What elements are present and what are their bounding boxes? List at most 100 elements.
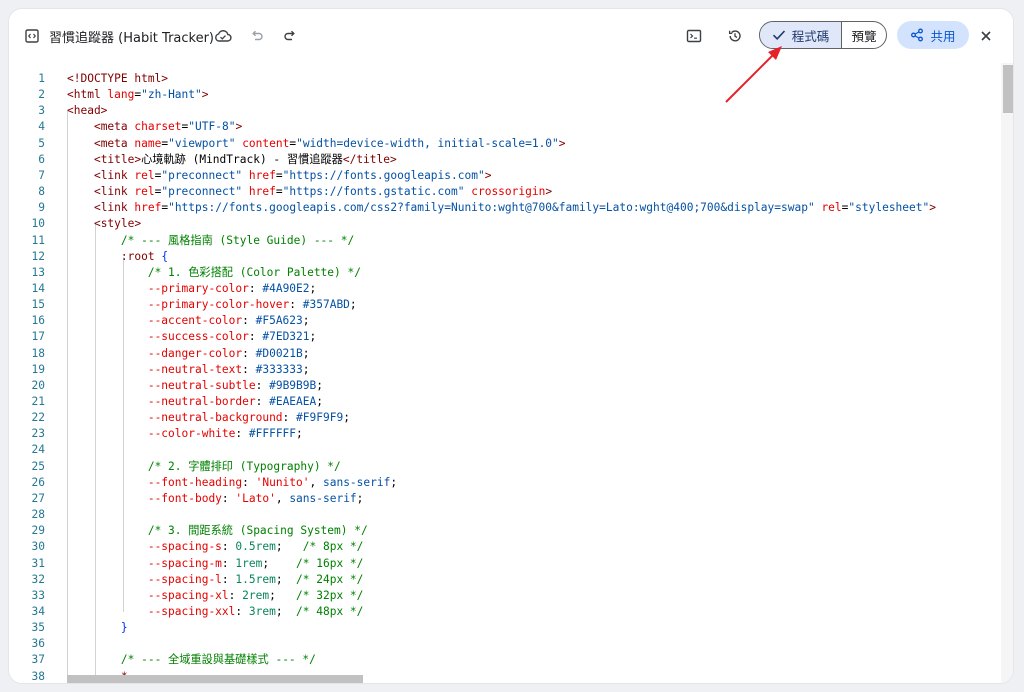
code-line: <html lang="zh-Hant">	[67, 87, 209, 103]
line-number: 27	[31, 491, 45, 505]
code-token: "viewport"	[168, 136, 236, 150]
redo-icon[interactable]	[277, 23, 303, 49]
code-token: :	[242, 314, 256, 328]
code-line: <!DOCTYPE html>	[67, 71, 168, 87]
preview-button[interactable]: 預覽	[842, 22, 886, 48]
code-token: /* --- 風格指南 (Style Guide) --- */	[120, 233, 355, 247]
cloud-sync-icon[interactable]	[210, 23, 236, 49]
terminal-icon[interactable]	[681, 23, 707, 49]
code-token: "https://fonts.googleapis.com"	[282, 168, 485, 182]
line-number: 4	[38, 120, 45, 134]
code-view-button[interactable]: 程式碼	[760, 22, 842, 48]
code-token: "UTF-8"	[188, 120, 236, 134]
code-token: :	[242, 475, 256, 489]
line-number: 30	[31, 540, 45, 554]
line-number: 38	[31, 669, 45, 683]
line-number: 19	[31, 362, 45, 376]
code-token: :	[221, 491, 236, 505]
code-token: >	[545, 185, 553, 199]
code-token: ,	[309, 475, 323, 489]
code-line: --primary-color: #4A90E2;	[67, 281, 316, 297]
code-token: ;	[309, 281, 317, 295]
code-token: #FFFFFF	[248, 427, 297, 441]
code-line: --spacing-m: 1rem; /* 16px */	[67, 556, 364, 572]
code-editor[interactable]: 1 2 3 4 5 6 7 8 9 10 11 12 13 14 15 16 17 18 19 20 21 22 23 24 2…	[9, 63, 1013, 683]
line-number: 2	[38, 88, 45, 102]
share-button[interactable]: 共用	[897, 21, 969, 49]
code-token: href	[248, 185, 276, 199]
code-token: lang	[107, 88, 135, 102]
close-icon[interactable]	[973, 23, 999, 49]
code-token: ;	[262, 556, 297, 570]
code-token: /* 24px */	[296, 572, 364, 586]
code-token: ;	[275, 604, 297, 618]
line-number: 8	[38, 185, 45, 199]
code-content[interactable]: <!DOCTYPE html> <html lang="zh-Hant"> <hea…	[67, 63, 1001, 683]
code-token: rel	[134, 168, 155, 182]
code-token: name	[134, 136, 162, 150]
vertical-scrollbar[interactable]	[1001, 63, 1013, 683]
code-line: }	[67, 620, 128, 636]
toolbar: 習慣追蹤器 (Habit Tracker) 程式碼 預覽 共用	[9, 9, 1013, 63]
code-token: sans-serif	[289, 491, 357, 505]
code-token: href	[134, 201, 162, 215]
code-line: --neutral-subtle: #9B9B9B;	[67, 378, 323, 394]
code-line: <link rel="preconnect" href="https://fon…	[67, 184, 552, 200]
code-token: :	[255, 395, 270, 408]
line-number: 33	[31, 588, 45, 602]
code-line: <meta charset="UTF-8">	[67, 119, 242, 135]
line-number: 3	[38, 104, 45, 118]
code-token: =	[275, 185, 283, 199]
code-token: ;	[309, 330, 317, 344]
code-token: #4A90E2	[262, 281, 310, 295]
code-token: :	[289, 298, 303, 312]
line-number: 20	[31, 378, 45, 392]
line-number: 29	[31, 524, 45, 538]
code-line: <style>	[67, 216, 141, 232]
horizontal-scrollbar-thumb[interactable]	[67, 675, 363, 683]
code-token: /* 3. 間距系統 (Spacing System) */	[147, 524, 368, 538]
code-line: <link rel="preconnect" href="https://fon…	[67, 168, 492, 184]
code-token: :root	[120, 249, 155, 263]
code-token: <meta	[93, 120, 135, 134]
code-token: href	[248, 168, 276, 182]
code-token: --primary-color-hover	[147, 298, 290, 312]
code-token: rel	[821, 201, 842, 215]
code-token: --accent-color	[147, 314, 243, 328]
code-line: --font-body: 'Lato', sans-serif;	[67, 491, 364, 507]
code-line: /* --- 全域重設與基礎樣式 --- */	[67, 652, 316, 668]
history-icon[interactable]	[722, 23, 748, 49]
code-line: <title>心境軌跡 (MindTrack) - 習慣追蹤器</title>	[67, 152, 397, 168]
vertical-scrollbar-thumb[interactable]	[1003, 65, 1013, 113]
code-line: --accent-color: #F5A623;	[67, 313, 310, 329]
code-token: "width=device-width, initial-scale=1.0"	[296, 136, 559, 150]
line-number: 37	[31, 653, 45, 667]
code-token: --neutral-text	[147, 362, 243, 376]
code-token: "preconnect"	[161, 185, 243, 199]
undo-icon[interactable]	[244, 23, 270, 49]
code-token: <link	[93, 185, 135, 199]
code-token: >	[235, 120, 243, 134]
code-token: ,	[275, 491, 290, 505]
code-line: --font-heading: 'Nunito', sans-serif;	[67, 475, 397, 491]
code-token: 2rem	[242, 588, 270, 602]
code-token: :	[242, 346, 256, 360]
code-token: }	[120, 621, 128, 635]
